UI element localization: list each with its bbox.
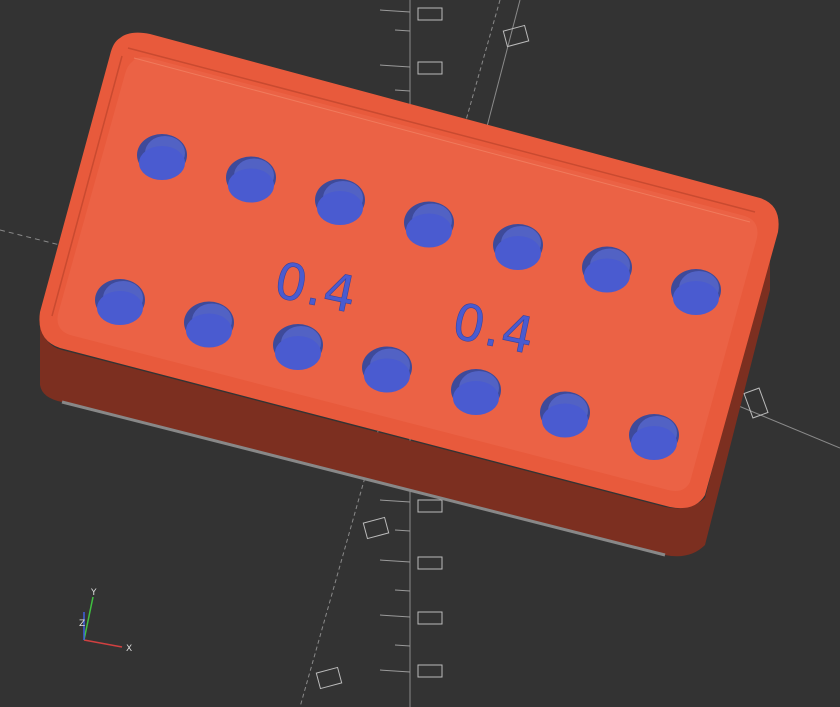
- hole: [184, 301, 234, 348]
- hole: [273, 324, 323, 370]
- 3d-viewport[interactable]: 0.4 0.4 X Y Z: [0, 0, 840, 707]
- hole: [226, 156, 276, 203]
- render-scene: 0.4 0.4 X Y Z: [0, 0, 840, 707]
- tray-model[interactable]: 0.4 0.4: [39, 32, 779, 557]
- y-axis-label: Y: [90, 588, 97, 598]
- hole: [362, 346, 412, 393]
- hole: [629, 414, 679, 460]
- hole: [671, 269, 721, 315]
- hole: [451, 369, 501, 415]
- hole: [315, 179, 365, 225]
- z-axis-label: Z: [79, 619, 85, 629]
- hole: [493, 224, 543, 270]
- y-axis-line: [83, 596, 94, 641]
- hole: [540, 391, 590, 438]
- axis-indicator: X Y Z: [79, 588, 132, 654]
- hole: [95, 279, 145, 325]
- hole: [404, 201, 454, 248]
- x-axis-line: [83, 639, 123, 648]
- x-axis-label: X: [126, 644, 132, 654]
- hole: [582, 246, 632, 293]
- hole: [137, 134, 187, 180]
